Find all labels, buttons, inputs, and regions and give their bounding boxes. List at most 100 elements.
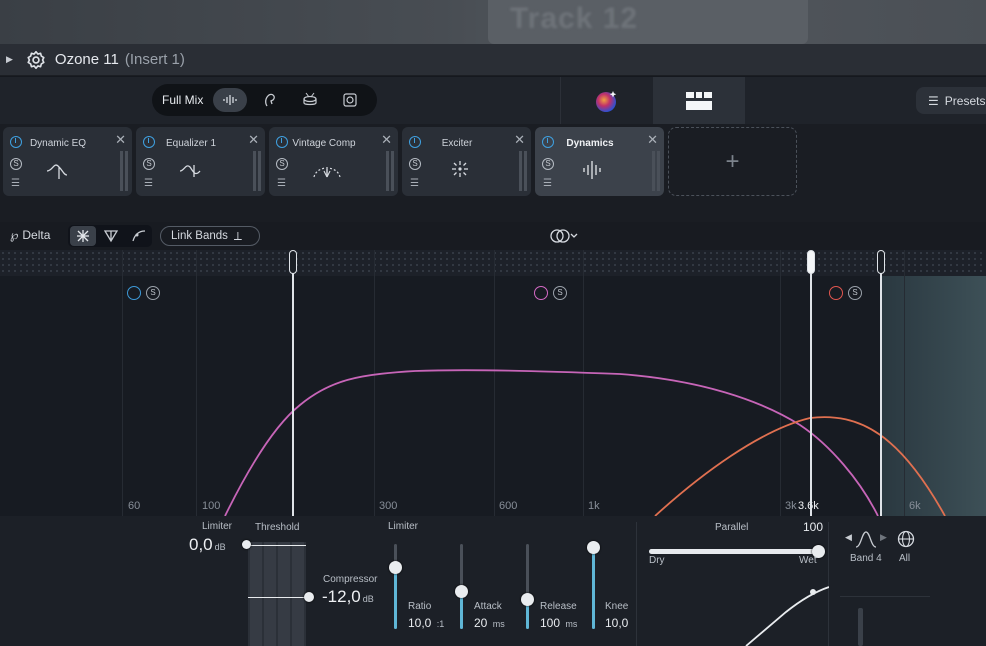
link-bands-button[interactable]: Link Bands ⟂ [160,226,260,246]
expand-triangle-icon[interactable]: ▶ [6,54,13,65]
module-slot[interactable]: Exciter ✕ S ☰ [402,127,531,196]
release-unit: ms [565,619,578,629]
close-icon[interactable]: ✕ [514,132,525,148]
tool-group [68,225,152,247]
limiter-threshold-line[interactable] [248,545,306,546]
module-meter [519,151,522,191]
module-meter [391,151,394,191]
module-slot[interactable]: Dynamic EQ ✕ S ☰ [3,127,132,196]
equalizer-icon [179,165,201,177]
gear-icon[interactable] [25,49,47,71]
curve-tool-button[interactable] [126,226,152,246]
module-meter [524,151,527,191]
limiter-threshold-handle[interactable] [242,540,251,549]
drums-mode-button[interactable] [293,88,327,112]
compressor-value-text: -12,0 [322,587,361,606]
globe-icon[interactable] [897,530,915,548]
band-tool-button[interactable] [70,226,96,246]
list-icon: ☰ [928,93,939,108]
band-2-curve [224,369,879,516]
band-gain-slider[interactable] [858,608,863,646]
module-solo-icon[interactable]: S [143,158,155,170]
crossover-line-3[interactable] [880,258,882,516]
compressor-threshold-line[interactable] [248,597,306,598]
module-solo-icon[interactable]: S [276,158,288,170]
crossover-handle-3[interactable] [877,250,885,274]
presets-button[interactable]: ☰ Presets [916,87,986,114]
band-1-power-icon[interactable] [127,286,141,300]
module-solo-icon[interactable]: S [409,158,421,170]
attack-value[interactable]: 20 ms [474,616,505,630]
release-slider-knob[interactable] [521,593,534,606]
filter-tool-button[interactable] [98,226,124,246]
full-mix-mode-button[interactable] [213,88,248,112]
presets-label: Presets [944,93,986,108]
limiter-section-label: Limiter [388,521,419,532]
band-2-solo-icon[interactable]: S [553,286,567,300]
delta-label: Delta [22,228,51,242]
crossover-handle-1[interactable] [289,250,297,274]
module-title: Dynamics [566,138,614,149]
modules-view-icon [686,91,712,110]
release-value[interactable]: 100 ms [540,616,577,630]
band-2-power-icon[interactable] [534,286,548,300]
ratio-slider-knob[interactable] [389,561,402,574]
ratio-label: Ratio [408,601,432,612]
ozone-header: Full Mix ☰ Presets [0,77,986,124]
knee-slider-knob[interactable] [587,541,600,554]
module-menu-icon[interactable]: ☰ [410,178,419,189]
close-icon[interactable]: ✕ [381,132,392,148]
add-module-button[interactable]: + [668,127,797,196]
limiter-threshold-value[interactable]: 0,0 dB [189,535,226,555]
module-menu-icon[interactable]: ☰ [543,178,552,189]
close-icon[interactable]: ✕ [647,132,658,148]
close-icon[interactable]: ✕ [248,132,259,148]
crossover-line-1[interactable] [292,258,294,516]
module-slot[interactable]: Vintage Comp ✕ S ☰ [269,127,398,196]
band-1-buttons: S [127,286,160,300]
knee-value[interactable]: 10,0 [605,616,628,630]
vocal-icon [265,93,276,107]
compressor-label: Compressor [323,574,378,585]
delta-button[interactable]: ℘ Delta [10,228,50,242]
module-menu-icon[interactable]: ☰ [277,178,286,189]
curve-icon [132,230,146,242]
threshold-label: Threshold [255,522,300,533]
prev-band-icon[interactable]: ◀ [845,532,852,543]
assistant-mode-group: Full Mix [152,84,377,116]
attack-slider-knob[interactable] [455,585,468,598]
parallel-slider-fill [649,549,819,554]
band-3-solo-icon[interactable]: S [848,286,862,300]
ozone-orb-icon [596,90,617,112]
modules-view-button[interactable] [653,77,745,124]
parallel-value[interactable]: 100 [803,520,823,534]
module-slot[interactable]: Equalizer 1 ✕ S ☰ [136,127,265,196]
module-solo-icon[interactable]: S [10,158,22,170]
limiter-value-text: 0,0 [189,535,213,554]
instrument-mode-button[interactable] [333,88,367,112]
threshold-meter[interactable] [248,542,306,646]
crossover-handle-2[interactable] [807,250,815,274]
module-menu-icon[interactable]: ☰ [144,178,153,189]
next-band-icon[interactable]: ▶ [880,532,887,543]
module-solo-icon[interactable]: S [542,158,554,170]
attack-unit: ms [492,619,505,629]
compressor-threshold-value[interactable]: -12,0 dB [322,587,374,607]
module-menu-icon[interactable]: ☰ [11,178,20,189]
daw-track-background: Track 12 [0,0,986,44]
ratio-value[interactable]: 10,0 :1 [408,616,444,630]
spectrum-display[interactable]: 60 100 300 600 1k 3k 6k 3.6k S S S [0,250,986,516]
assistant-view-button[interactable] [561,77,653,124]
band-3-power-icon[interactable] [829,286,843,300]
module-meter [120,151,123,191]
vocal-mode-button[interactable] [253,88,287,112]
ear-icon: ℘ [10,228,19,242]
close-icon[interactable]: ✕ [115,132,126,148]
module-meter [253,151,256,191]
knee-slider-fill [592,548,595,629]
band-1-solo-icon[interactable]: S [146,286,160,300]
crossover-line-2[interactable] [810,258,812,516]
stereo-mode-icon[interactable] [547,227,581,245]
compressor-threshold-handle[interactable] [304,592,314,602]
module-slot[interactable]: Dynamics ✕ S ☰ [535,127,664,196]
